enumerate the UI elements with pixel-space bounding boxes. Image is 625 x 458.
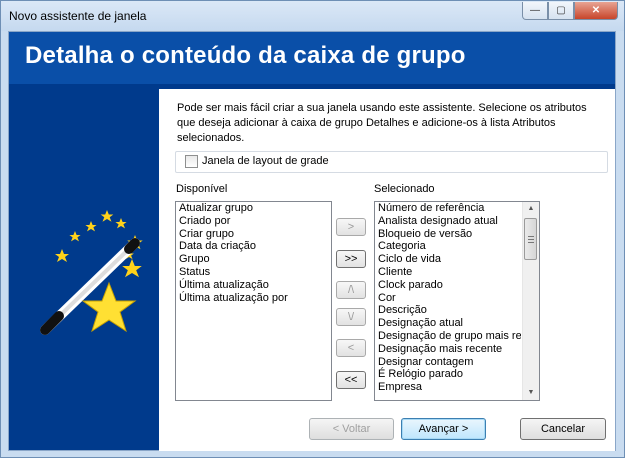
add-all-button[interactable]: >> [336, 250, 366, 268]
instructions-text: Pode ser mais fácil criar a sua janela u… [177, 102, 587, 144]
add-button[interactable]: > [336, 218, 366, 236]
selected-list-item[interactable]: Designação mais recente [375, 343, 521, 356]
selected-list-item[interactable]: Cliente [375, 266, 521, 279]
selected-list-item[interactable]: Número de referência [375, 202, 521, 215]
back-button[interactable]: < Voltar [309, 418, 394, 440]
selected-list-scrollbar[interactable]: ▲ ▼ [522, 202, 539, 400]
selected-list-item[interactable]: Categoria [375, 240, 521, 253]
title-bar[interactable]: Novo assistente de janela — ▢ ✕ [1, 1, 624, 31]
selected-list-item[interactable]: Descrição [375, 304, 521, 317]
available-list-item[interactable]: Última atualização por [176, 292, 331, 305]
cancel-button[interactable]: Cancelar [520, 418, 606, 440]
available-list-item[interactable]: Atualizar grupo [176, 202, 331, 215]
available-list[interactable]: Atualizar grupo Criado por Criar grupo Data… [175, 201, 332, 401]
available-list-item[interactable]: Data da criação [176, 240, 331, 253]
next-button[interactable]: Avançar > [401, 418, 486, 440]
selected-list-item[interactable]: Bloqueio de versão [375, 228, 521, 241]
available-list-item[interactable]: Última atualização [176, 279, 331, 292]
window-controls: — ▢ ✕ [522, 2, 618, 20]
selected-list-item[interactable]: Designar contagem [375, 356, 521, 369]
wizard-window: Novo assistente de janela — ▢ ✕ Detalha … [0, 0, 625, 458]
scroll-down-arrow-icon[interactable]: ▼ [523, 386, 539, 400]
selected-list-item[interactable]: Designação de grupo mais recente [375, 330, 521, 343]
remove-all-button[interactable]: << [336, 371, 366, 389]
grid-layout-checkbox[interactable] [185, 155, 198, 168]
content-panel: Pode ser mais fácil criar a sua janela u… [159, 89, 615, 451]
available-list-item[interactable]: Status [176, 266, 331, 279]
selected-list[interactable]: Número de referência Analista designado a… [374, 201, 540, 401]
move-down-button[interactable]: \/ [336, 308, 366, 326]
selected-list-item[interactable]: Ciclo de vida [375, 253, 521, 266]
selected-list-item[interactable]: Cor [375, 292, 521, 305]
minimize-button[interactable]: — [522, 2, 548, 20]
selected-list-item[interactable]: Empresa [375, 381, 521, 394]
header-band: Detalha o conteúdo da caixa de grupo [9, 32, 615, 84]
scroll-thumb[interactable] [524, 218, 537, 260]
selected-list-item[interactable]: É Relógio parado [375, 368, 521, 381]
maximize-button[interactable]: ▢ [548, 2, 574, 20]
wizard-client-area: Detalha o conteúdo da caixa de grupo Pod… [8, 31, 616, 451]
page-title: Detalha o conteúdo da caixa de grupo [25, 42, 466, 69]
scroll-up-arrow-icon[interactable]: ▲ [523, 202, 539, 216]
window-title: Novo assistente de janela [9, 9, 147, 23]
selected-list-item[interactable]: Clock parado [375, 279, 521, 292]
selected-list-item[interactable]: Designação atual [375, 317, 521, 330]
remove-button[interactable]: < [336, 339, 366, 357]
magic-wand-icon [40, 210, 143, 335]
grid-layout-option: Janela de layout de grade [175, 151, 608, 173]
move-up-button[interactable]: /\ [336, 281, 366, 299]
grid-layout-label: Janela de layout de grade [202, 155, 329, 167]
available-list-item[interactable]: Criado por [176, 215, 331, 228]
close-button[interactable]: ✕ [574, 2, 618, 20]
available-label: Disponível [176, 183, 228, 195]
available-list-item[interactable]: Criar grupo [176, 228, 331, 241]
available-list-item[interactable]: Grupo [176, 253, 331, 266]
selected-list-item[interactable]: Analista designado atual [375, 215, 521, 228]
selected-label: Selecionado [374, 183, 435, 195]
